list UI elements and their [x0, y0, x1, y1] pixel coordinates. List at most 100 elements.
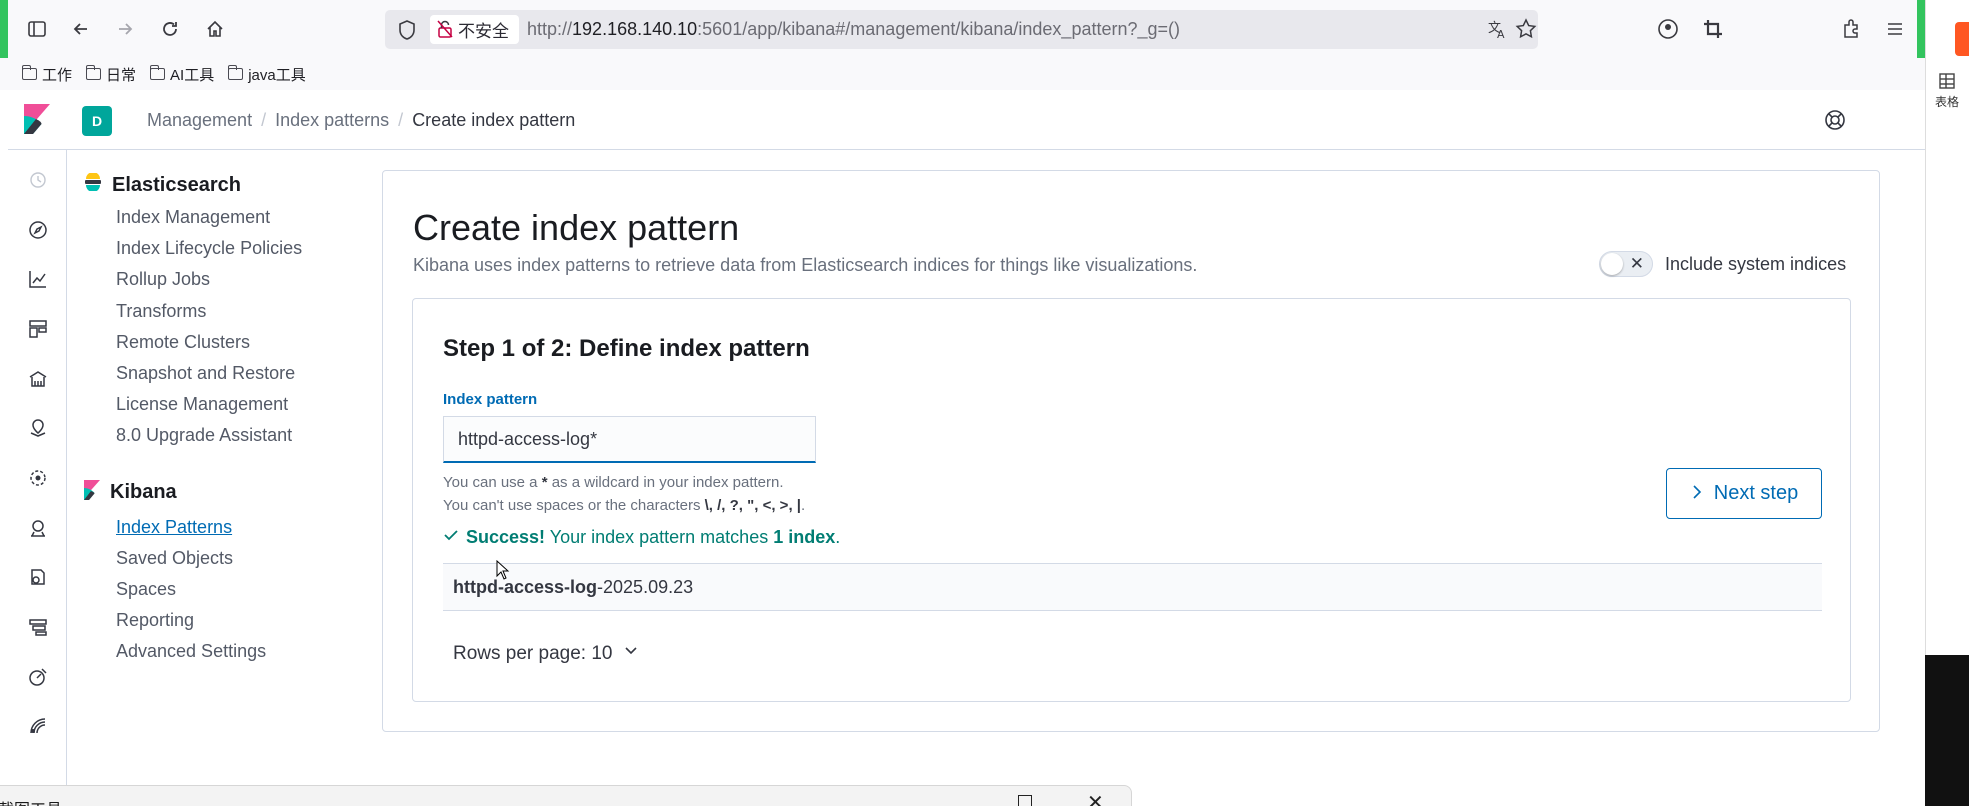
- visualize-icon[interactable]: [26, 267, 50, 291]
- apm-icon[interactable]: [26, 615, 50, 639]
- next-step-button[interactable]: Next step: [1666, 468, 1822, 519]
- breadcrumb: Management / Index patterns / Create ind…: [147, 110, 575, 131]
- snipping-tool-window[interactable]: 截图工具 ✕: [0, 785, 1132, 806]
- canvas-icon[interactable]: [26, 367, 50, 391]
- back-icon[interactable]: [66, 14, 96, 44]
- insecure-label: 不安全: [458, 22, 509, 41]
- bookmark-label: 工作: [42, 66, 73, 84]
- index-pattern-help: You can use a * as a wildcard in your in…: [443, 471, 805, 517]
- toggle-knob: [1601, 253, 1623, 275]
- machine-learning-icon[interactable]: [26, 466, 50, 490]
- uptime-icon[interactable]: [26, 665, 50, 689]
- menu-icon[interactable]: [1880, 14, 1910, 44]
- sidebar-section-kibana: Kibana: [84, 478, 374, 508]
- breadcrumb-separator: /: [398, 110, 404, 130]
- sidebar-item-index-patterns[interactable]: Index Patterns: [84, 512, 374, 543]
- page-description: Kibana uses index patterns to retrieve d…: [413, 255, 1198, 275]
- kibana-logo-icon[interactable]: [24, 104, 50, 136]
- recent-clock-icon[interactable]: [26, 168, 50, 192]
- account-icon[interactable]: [1653, 14, 1683, 44]
- sidebar-item-reporting[interactable]: Reporting: [84, 605, 374, 636]
- url-prefix: http://: [527, 19, 573, 39]
- maximize-icon[interactable]: [1018, 795, 1032, 806]
- rows-per-page-label: Rows per page: 10: [453, 643, 613, 664]
- bookmark-folder[interactable]: 日常: [85, 64, 136, 85]
- breadcrumb-separator: /: [261, 110, 267, 130]
- url-bar[interactable]: 不安全 http://192.168.140.10:5601/app/kiban…: [385, 10, 1538, 49]
- table-widget[interactable]: 表格: [1925, 72, 1969, 110]
- crop-icon[interactable]: [1698, 14, 1728, 44]
- sidebar-item-advanced-settings[interactable]: Advanced Settings: [84, 636, 374, 667]
- sidebar-section-title: Elasticsearch: [112, 173, 241, 196]
- breadcrumb-index-patterns[interactable]: Index patterns: [275, 110, 389, 131]
- svg-text:A: A: [1497, 28, 1505, 40]
- toggle-switch[interactable]: ✕: [1599, 251, 1653, 277]
- kibana-header: D Management / Index patterns / Create i…: [8, 90, 1925, 150]
- match-status-text: Success! Your index pattern matches 1 in…: [466, 527, 840, 548]
- help-text-part: as a wildcard in your index pattern.: [547, 474, 784, 491]
- breadcrumb-current: Create index pattern: [412, 110, 576, 130]
- sidebar-item-spaces[interactable]: Spaces: [84, 574, 374, 605]
- include-system-indices-label: Include system indices: [1665, 253, 1847, 274]
- url-text[interactable]: http://192.168.140.10:5601/app/kibana#/m…: [527, 19, 1180, 40]
- extensions-icon[interactable]: [1837, 14, 1867, 44]
- broken-lock-icon: [437, 20, 453, 43]
- success-count: 1 index: [773, 527, 836, 547]
- help-text-chars: \, /, ?, ", <, >, |: [704, 497, 801, 514]
- create-index-pattern-panel: Create index pattern Kibana uses index p…: [382, 170, 1880, 732]
- check-icon: [443, 527, 459, 548]
- sidebar-item-license-management[interactable]: License Management: [84, 389, 374, 420]
- sidebar-item-rollup-jobs[interactable]: Rollup Jobs: [84, 264, 374, 295]
- maps-icon[interactable]: [26, 416, 50, 440]
- space-avatar[interactable]: D: [82, 106, 112, 136]
- bookmark-label: java工具: [248, 66, 306, 84]
- sidebar-section-title: Kibana: [110, 481, 177, 504]
- sidebar-item-upgrade-assistant[interactable]: 8.0 Upgrade Assistant: [84, 420, 374, 451]
- breadcrumb-management[interactable]: Management: [147, 110, 252, 131]
- table-icon: [1925, 72, 1969, 93]
- step-title: Step 1 of 2: Define index pattern: [443, 335, 810, 362]
- infrastructure-icon[interactable]: [26, 516, 50, 540]
- sidebar-item-index-management[interactable]: Index Management: [84, 202, 374, 233]
- snipping-tool-title: 截图工具: [0, 796, 62, 806]
- folder-icon: [149, 65, 166, 80]
- close-icon: ✕: [1629, 254, 1644, 273]
- dashboard-icon[interactable]: [26, 317, 50, 341]
- bookmark-folder[interactable]: java工具: [227, 64, 306, 85]
- mouse-cursor-icon: [496, 559, 510, 585]
- shield-icon[interactable]: [397, 19, 417, 46]
- sidebar-item-saved-objects[interactable]: Saved Objects: [84, 543, 374, 574]
- forward-icon[interactable]: [110, 14, 140, 44]
- sidebar-item-snapshot-and-restore[interactable]: Snapshot and Restore: [84, 358, 374, 389]
- url-host: 192.168.140.10: [572, 19, 698, 39]
- star-icon[interactable]: [1515, 18, 1537, 45]
- translate-icon[interactable]: 文A: [1487, 18, 1509, 45]
- bookmark-label: AI工具: [170, 66, 215, 84]
- success-text: Your index pattern matches: [545, 527, 774, 547]
- insecure-badge[interactable]: 不安全: [430, 15, 519, 44]
- step-panel: Step 1 of 2: Define index pattern Index …: [412, 298, 1851, 702]
- reload-icon[interactable]: [155, 14, 185, 44]
- help-line-wildcard: You can use a * as a wildcard in your in…: [443, 471, 805, 494]
- sidebar-item-index-lifecycle-policies[interactable]: Index Lifecycle Policies: [84, 233, 374, 264]
- success-strong: Success!: [466, 527, 546, 547]
- elasticsearch-logo-icon: [84, 172, 102, 197]
- sidebar-item-remote-clusters[interactable]: Remote Clusters: [84, 327, 374, 358]
- help-text-part: You can use a: [443, 474, 542, 491]
- bookmarks-bar: 工作 日常 AI工具 java工具: [0, 58, 1925, 90]
- sidebar-item-transforms[interactable]: Transforms: [84, 296, 374, 327]
- help-line-characters: You can't use spaces or the characters \…: [443, 494, 805, 517]
- sidebar-toggle-icon[interactable]: [22, 14, 52, 44]
- discover-compass-icon[interactable]: [26, 218, 50, 242]
- home-icon[interactable]: [200, 14, 230, 44]
- side-widget-badge[interactable]: [1955, 22, 1969, 56]
- index-pattern-input[interactable]: [443, 416, 816, 463]
- rows-per-page-selector[interactable]: Rows per page: 10: [453, 643, 639, 665]
- close-icon[interactable]: ✕: [1087, 790, 1104, 806]
- logs-icon[interactable]: [26, 565, 50, 589]
- bookmark-folder[interactable]: 工作: [21, 64, 73, 85]
- include-system-indices-toggle[interactable]: ✕ Include system indices: [1599, 251, 1846, 277]
- bookmark-folder[interactable]: AI工具: [149, 64, 215, 85]
- siem-icon[interactable]: [26, 714, 50, 738]
- help-icon[interactable]: [1823, 108, 1847, 132]
